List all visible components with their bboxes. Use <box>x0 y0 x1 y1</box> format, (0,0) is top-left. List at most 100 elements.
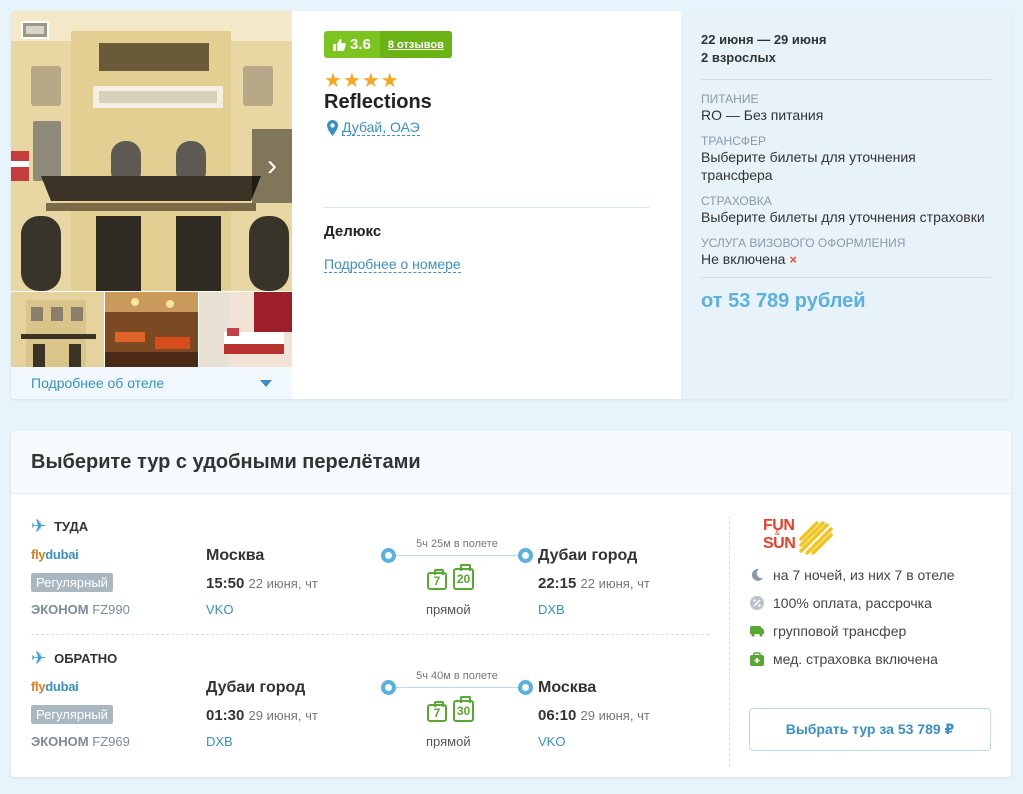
hotel-location: Дубай, ОАЭ <box>342 119 420 136</box>
select-tour-button[interactable]: Выбрать тур за 53 789 ₽ <box>749 708 991 751</box>
hotel-card: › Подробнее об отеле 3.6 8 отзывов ★★★★ … <box>11 11 1011 399</box>
visa-status: Не включена × <box>701 250 991 269</box>
feature-label: 100% оплата, рассрочка <box>773 595 932 611</box>
room-details-link[interactable]: Подробнее о номере <box>324 256 461 273</box>
departure-time: 01:30 29 июня, чт <box>206 707 318 724</box>
hotel-details-toggle[interactable]: Подробнее об отеле <box>11 367 292 399</box>
direction-outbound: ✈ ТУДА <box>31 516 88 537</box>
star-rating: ★★★★ <box>324 70 400 92</box>
insurance-value: Выберите билеты для уточнения страховки <box>701 209 985 225</box>
close-icon: × <box>789 252 797 267</box>
departure-time: 15:50 22 июня, чт <box>206 575 318 592</box>
feature-transfer: групповой трансфер <box>749 617 955 645</box>
route-connector <box>396 555 518 556</box>
direction-return: ✈ ОБРАТНО <box>31 648 117 669</box>
photo-thumbnails <box>11 292 292 367</box>
departure-time-value: 15:50 <box>206 575 245 592</box>
sun-rays-icon <box>799 521 833 555</box>
airline-logo: flydubai <box>31 679 79 694</box>
rating-badge[interactable]: 3.6 8 отзывов <box>324 31 452 58</box>
price-from: от 53 789 рублей <box>701 290 866 312</box>
percent-icon <box>749 595 765 611</box>
departure-city: Дубаи город <box>206 679 306 696</box>
tour-operator-logo: FUN & SUN <box>749 518 833 558</box>
departure-date: 29 июня, чт <box>248 708 318 723</box>
arrival-date: 29 июня, чт <box>580 708 650 723</box>
hotel-location-link[interactable]: Дубай, ОАЭ <box>327 119 420 136</box>
route-connector <box>396 687 518 688</box>
photo-view-toggle-icon[interactable] <box>21 21 49 39</box>
reviews-link[interactable]: 8 отзывов <box>379 31 452 58</box>
checked-luggage-icon: 20 <box>453 564 474 590</box>
offer-features: на 7 ночей, из них 7 в отеле 100% оплата… <box>749 561 955 673</box>
airline-logo-part: fly <box>31 547 46 562</box>
tour-section-title: Выберите тур с удобными перелётами <box>11 431 1011 494</box>
departure-city: Москва <box>206 547 265 564</box>
flight-number: FZ969 <box>92 734 130 749</box>
fare-type-badge: Регулярный <box>31 573 113 592</box>
chevron-down-icon <box>260 380 272 387</box>
cabin-class: ЭКОНОМ FZ990 <box>31 602 130 617</box>
flight-leg-outbound[interactable]: ✈ ТУДА flydubai Регулярный ЭКОНОМ FZ990 … <box>31 516 711 636</box>
arrival-city: Москва <box>538 679 597 696</box>
arrival-time-value: 22:15 <box>538 575 577 592</box>
route-line: 5ч 25м в полете <box>381 538 533 568</box>
baggage-info: 7 20 <box>427 564 474 590</box>
arrival-airport-code: DXB <box>538 602 565 617</box>
plane-icon: ✈ <box>31 516 47 536</box>
departure-airport-code: DXB <box>206 734 233 749</box>
hand-luggage-icon: 7 <box>427 569 447 590</box>
flight-leg-return[interactable]: ✈ ОБРАТНО flydubai Регулярный ЭКОНОМ FZ9… <box>31 648 711 768</box>
room-type: Делюкс <box>324 223 382 240</box>
hotel-details-label: Подробнее об отеле <box>31 375 165 391</box>
flight-duration: 5ч 25м в полете <box>416 538 498 550</box>
route-end-dot <box>518 680 533 695</box>
summary-divider <box>701 277 991 278</box>
hotel-main-photo[interactable]: › <box>11 11 292 291</box>
thumbs-up-icon <box>333 38 346 51</box>
flight-duration: 5ч 40м в полете <box>416 670 498 682</box>
hand-luggage-icon: 7 <box>427 701 447 722</box>
thumbnail-bedroom[interactable] <box>199 292 292 367</box>
bus-icon <box>749 623 765 639</box>
checked-luggage-icon: 30 <box>453 696 474 722</box>
tour-selection-card: Выберите тур с удобными перелётами ✈ ТУД… <box>11 431 1011 777</box>
legs-divider <box>31 634 709 635</box>
route-end-dot <box>518 548 533 563</box>
offer-divider <box>729 516 730 766</box>
airline-logo-part: fly <box>31 679 46 694</box>
departure-airport-code: VKO <box>206 602 234 617</box>
rating-score: 3.6 <box>324 36 380 53</box>
route-line: 5ч 40м в полете <box>381 670 533 700</box>
direction-label: ОБРАТНО <box>54 651 118 666</box>
thumbnail-restaurant[interactable] <box>105 292 198 367</box>
airline-logo-part: dubai <box>45 547 79 562</box>
departure-date: 22 июня, чт <box>248 576 318 591</box>
next-photo-arrow-icon[interactable]: › <box>252 129 292 203</box>
feature-nights: на 7 ночей, из них 7 в отеле <box>749 561 955 589</box>
visa-label: УСЛУГА ВИЗОВОГО ОФОРМЛЕНИЯ <box>701 236 906 250</box>
feature-label: групповой трансфер <box>773 623 907 639</box>
visa-value: Не включена <box>701 251 786 267</box>
summary-divider <box>701 79 991 80</box>
arrival-time-value: 06:10 <box>538 707 577 724</box>
departure-time-value: 01:30 <box>206 707 245 724</box>
thumbnail-facade[interactable] <box>11 292 104 367</box>
cabin-class: ЭКОНОМ FZ969 <box>31 734 130 749</box>
flight-number: FZ990 <box>92 602 130 617</box>
info-divider <box>324 207 650 208</box>
booking-summary: 22 июня — 29 июня 2 взрослых ПИТАНИЕ RO … <box>681 11 1011 399</box>
rating-value: 3.6 <box>350 36 371 53</box>
travel-guests: 2 взрослых <box>701 50 776 65</box>
map-pin-icon <box>327 119 338 136</box>
feature-insurance: мед. страховка включена <box>749 645 955 673</box>
stops-label: прямой <box>426 602 471 617</box>
transfer-value: Выберите билеты для уточнения трансфера <box>701 149 916 183</box>
airline-logo-part: dubai <box>45 679 79 694</box>
feature-payment: 100% оплата, рассрочка <box>749 589 955 617</box>
route-start-dot <box>381 548 396 563</box>
feature-label: мед. страховка включена <box>773 651 938 667</box>
fare-type-badge: Регулярный <box>31 705 113 724</box>
plane-icon: ✈ <box>31 648 47 668</box>
baggage-info: 7 30 <box>427 696 474 722</box>
